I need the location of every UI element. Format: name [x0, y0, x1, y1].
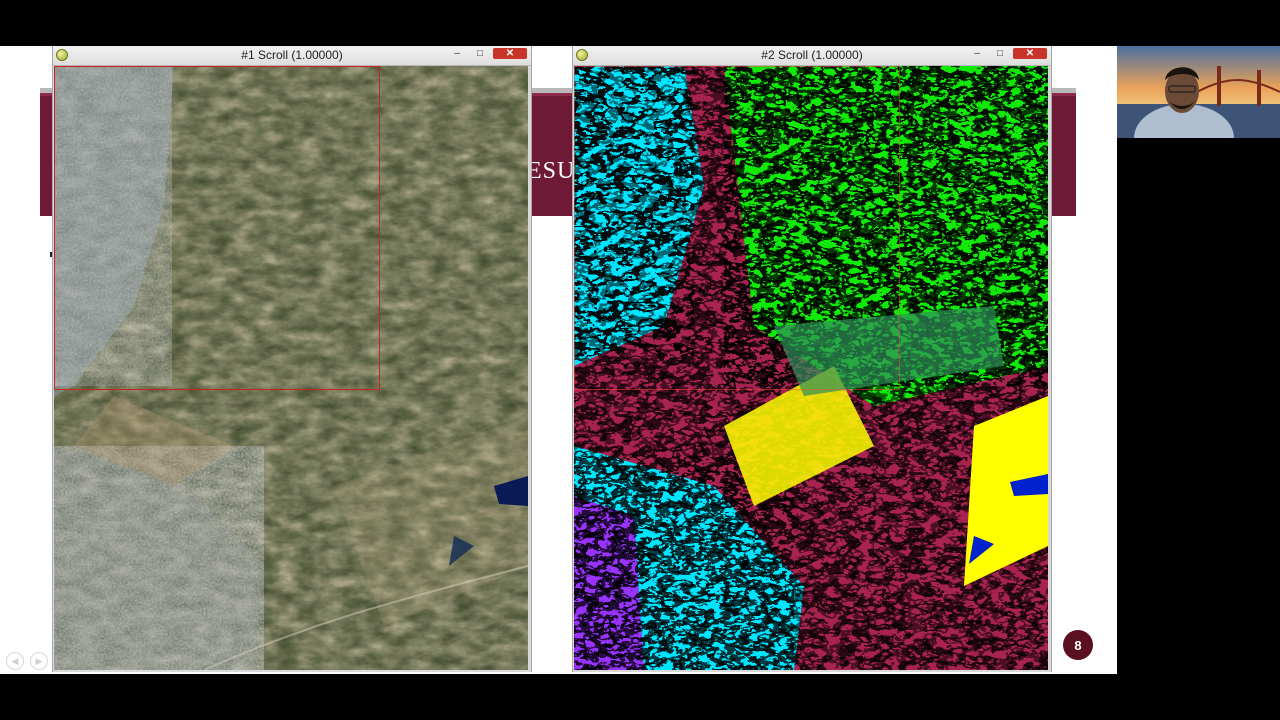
slide-title: ESU	[527, 158, 576, 184]
scroll-window-1[interactable]: #1 Scroll (1.00000) – □ ✕	[52, 46, 532, 672]
close-button[interactable]: ✕	[1013, 48, 1047, 59]
maximize-button[interactable]: □	[993, 48, 1007, 59]
prev-slide-icon[interactable]: ◀	[6, 652, 24, 670]
close-button[interactable]: ✕	[493, 48, 527, 59]
presenter-video	[1117, 46, 1280, 138]
maximize-button[interactable]: □	[473, 48, 487, 59]
satellite-image-canvas	[54, 66, 528, 670]
next-slide-icon[interactable]: ▶	[30, 652, 48, 670]
window-titlebar[interactable]: #1 Scroll (1.00000) – □ ✕	[53, 46, 531, 66]
webcam-feed	[1117, 46, 1280, 138]
true-color-satellite-image[interactable]	[54, 66, 528, 670]
page-number-badge: 8	[1063, 630, 1093, 660]
minimize-button[interactable]: –	[969, 48, 985, 59]
window-titlebar[interactable]: #2 Scroll (1.00000) – □ ✕	[573, 46, 1051, 66]
land-cover-classification-image[interactable]	[574, 66, 1048, 670]
classification-canvas	[574, 66, 1048, 670]
minimize-button[interactable]: –	[449, 48, 465, 59]
scroll-window-2[interactable]: #2 Scroll (1.00000) – □ ✕	[572, 46, 1052, 672]
